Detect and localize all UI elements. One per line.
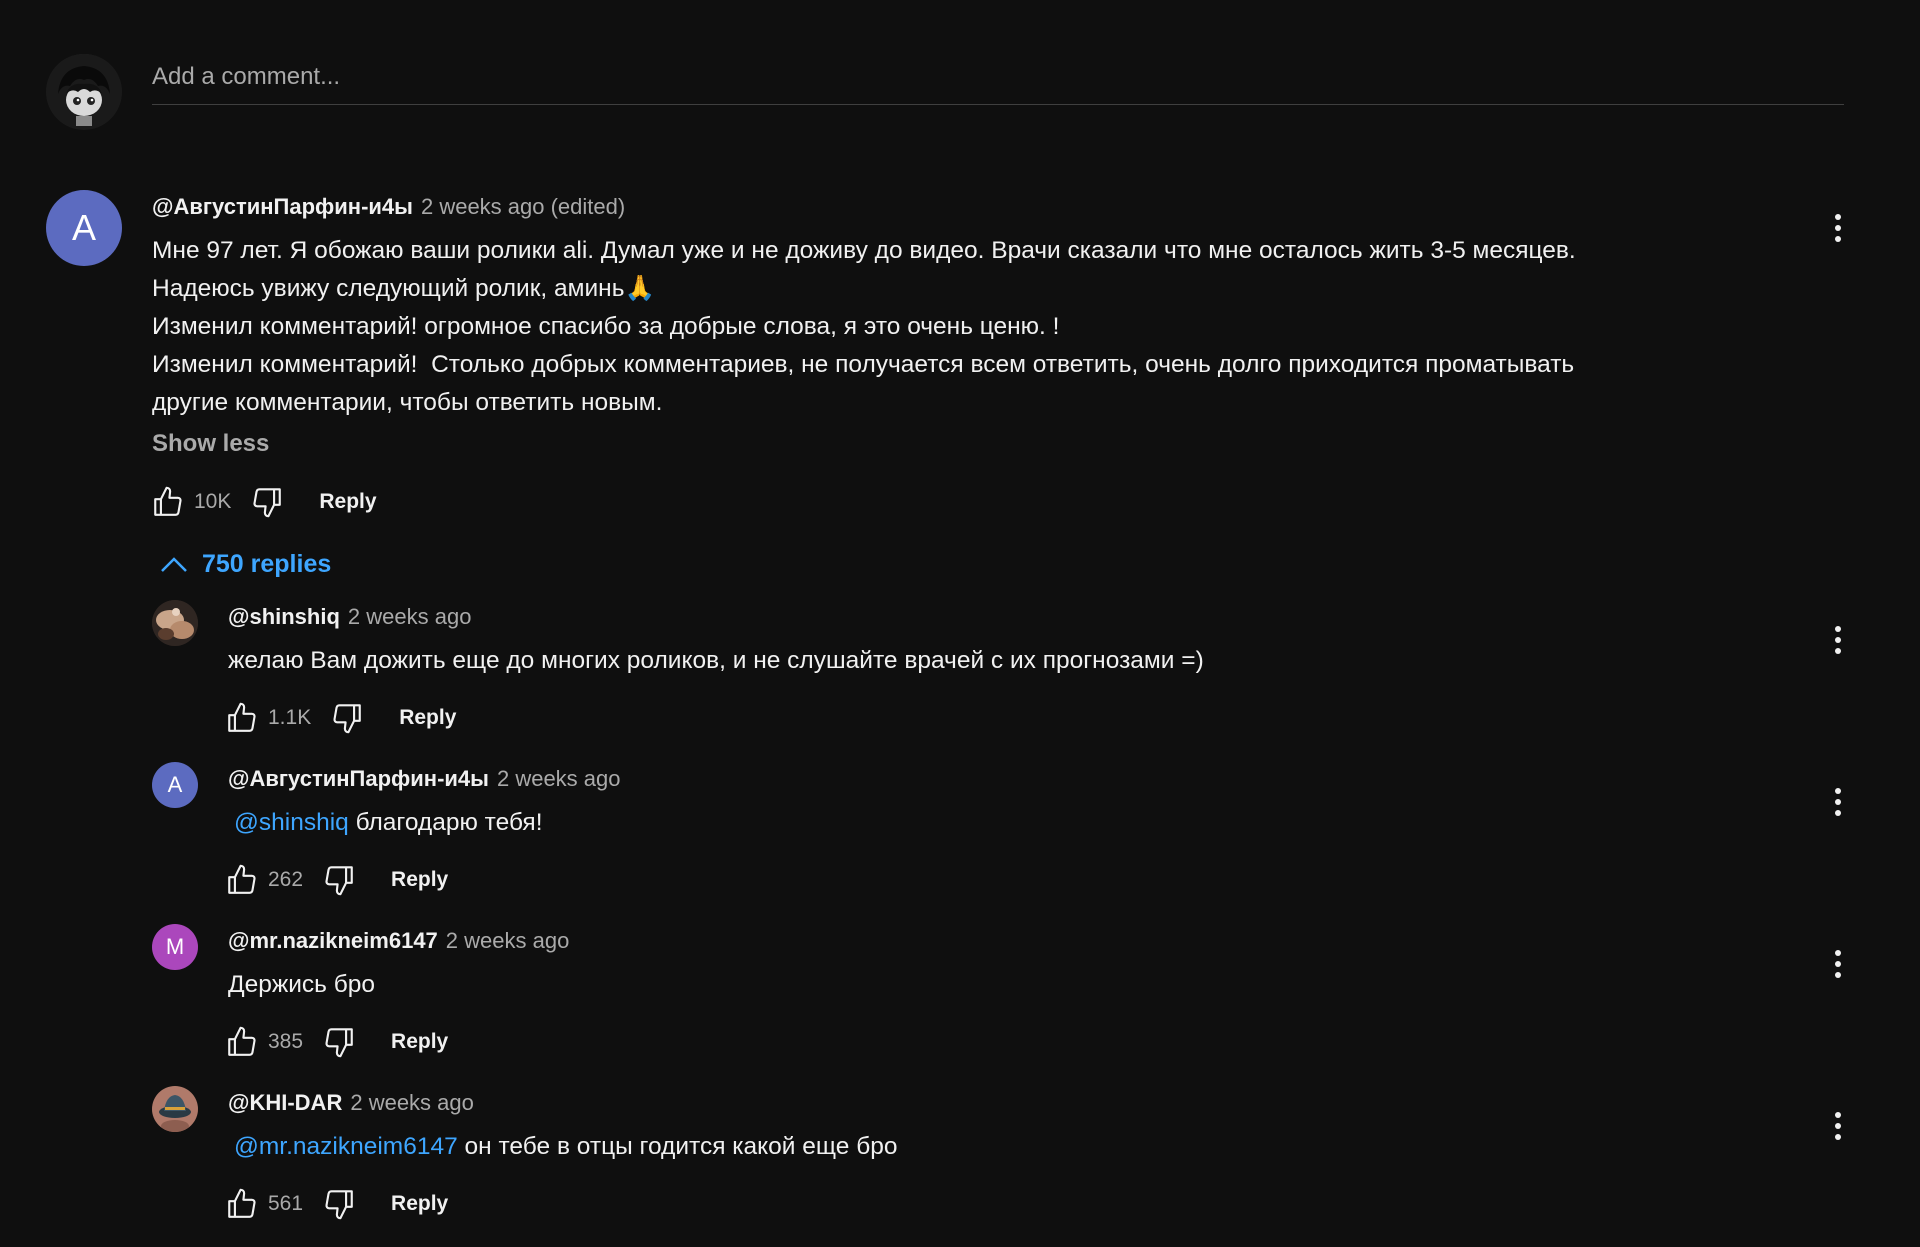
comment-header: @shinshiq 2 weeks ago bbox=[228, 604, 471, 630]
comment-time[interactable]: 2 weeks ago (edited) bbox=[421, 194, 625, 219]
thumbs-down-icon bbox=[253, 488, 282, 518]
dislike-button[interactable] bbox=[247, 482, 287, 522]
dislike-button[interactable] bbox=[327, 698, 367, 738]
reply-avatar[interactable]: M bbox=[152, 924, 198, 970]
thumbs-up-icon bbox=[154, 486, 182, 516]
comment-line: Мне 97 лет. Я обожаю ваши ролики ali. Ду… bbox=[152, 237, 1576, 264]
like-button[interactable] bbox=[148, 482, 188, 522]
commenter-avatar[interactable]: A bbox=[46, 190, 122, 266]
comment-text: @mr.nazikneim6147 он тебе в отцы годится… bbox=[234, 1128, 1794, 1166]
dislike-button[interactable] bbox=[319, 1184, 359, 1224]
like-count: 262 bbox=[268, 868, 304, 891]
comments-section: A @АвгустинПарфин-и4ы 2 weeks ago (edited… bbox=[0, 0, 1920, 1247]
user-avatar[interactable] bbox=[46, 54, 122, 130]
reply-button[interactable]: Reply bbox=[391, 1192, 448, 1216]
thumbs-down-icon bbox=[333, 704, 362, 734]
comment-text: Мне 97 лет. Я обожаю ваши ролики ali. Ду… bbox=[152, 232, 1832, 422]
replies-count: 750 replies bbox=[202, 550, 332, 578]
like-count: 385 bbox=[268, 1030, 304, 1053]
comment-text: желаю Вам дожить еще до многих роликов, … bbox=[228, 642, 1788, 680]
reply-button[interactable]: Reply bbox=[399, 706, 456, 730]
comment-text: @shinshiq благодарю тебя! bbox=[234, 804, 1794, 842]
reply-avatar[interactable]: A bbox=[152, 762, 198, 808]
comment-author[interactable]: @mr.nazikneim6147 bbox=[228, 928, 438, 953]
comment-actions: 1.1K Reply bbox=[222, 698, 456, 738]
thumbs-down-icon bbox=[325, 1190, 353, 1220]
comment-author[interactable]: @АвгустинПарфин-и4ы bbox=[152, 194, 413, 219]
comment-line: Изменил комментарий! Столько добрых комм… bbox=[152, 351, 1575, 378]
thumbs-down-icon bbox=[325, 866, 353, 896]
comment-menu-button[interactable] bbox=[1818, 944, 1858, 984]
comment-author[interactable]: @shinshiq bbox=[228, 604, 340, 629]
comment-actions: 385 Reply bbox=[222, 1022, 448, 1062]
avatar-letter: A bbox=[71, 207, 96, 248]
more-vert-icon bbox=[1835, 1112, 1841, 1140]
comment-time[interactable]: 2 weeks ago bbox=[446, 928, 570, 953]
more-vert-icon bbox=[1835, 214, 1841, 242]
thumbs-up-icon bbox=[228, 864, 256, 894]
reply-text: желаю Вам дожить еще до многих роликов, … bbox=[228, 647, 1204, 674]
like-button[interactable] bbox=[222, 860, 262, 900]
more-vert-icon bbox=[1835, 950, 1841, 978]
comment-header: @mr.nazikneim6147 2 weeks ago bbox=[228, 928, 569, 954]
reply-text: благодарю тебя! bbox=[355, 809, 543, 836]
add-comment-input[interactable] bbox=[152, 58, 1844, 105]
reply-text: Держись бро bbox=[228, 971, 376, 998]
avatar-letter: A bbox=[167, 772, 183, 797]
show-less-button[interactable]: Show less bbox=[152, 430, 269, 458]
mention-link[interactable]: @mr.nazikneim6147 bbox=[234, 1133, 458, 1160]
dislike-button[interactable] bbox=[319, 860, 359, 900]
like-count: 1.1K bbox=[268, 706, 312, 729]
comment-time[interactable]: 2 weeks ago bbox=[497, 766, 621, 791]
like-button[interactable] bbox=[222, 1184, 262, 1224]
thumbs-down-icon bbox=[325, 1028, 353, 1058]
reply-button[interactable]: Reply bbox=[391, 868, 448, 892]
comment-menu-button[interactable] bbox=[1818, 1106, 1858, 1146]
comment-actions: 561 Reply bbox=[222, 1184, 448, 1224]
comment-author[interactable]: @KHI-DAR bbox=[228, 1090, 342, 1115]
comment-actions: 10K Reply bbox=[148, 482, 377, 522]
thumbs-up-icon bbox=[228, 1188, 256, 1218]
comment-header: @АвгустинПарфин-и4ы 2 weeks ago bbox=[228, 766, 621, 792]
reply-text: он тебе в отцы годится какой еще бро bbox=[464, 1133, 898, 1160]
comment-menu-button[interactable] bbox=[1818, 782, 1858, 822]
comment-menu-button[interactable] bbox=[1818, 620, 1858, 660]
comment-line: другие комментарии, чтобы ответить новым… bbox=[152, 389, 663, 416]
like-count: 561 bbox=[268, 1192, 304, 1215]
like-count: 10K bbox=[194, 490, 232, 513]
comment-time[interactable]: 2 weeks ago bbox=[350, 1090, 474, 1115]
thumbs-up-icon bbox=[228, 1026, 256, 1056]
chevron-up-icon bbox=[161, 556, 187, 572]
mention-link[interactable]: @shinshiq bbox=[234, 809, 349, 836]
reply-avatar[interactable] bbox=[152, 1086, 198, 1132]
comment-menu-button[interactable] bbox=[1818, 208, 1858, 248]
comment-line: Надеюсь увижу следующий ролик, аминь🙏 bbox=[152, 275, 655, 302]
comment-header: @АвгустинПарфин-и4ы 2 weeks ago (edited) bbox=[152, 194, 625, 220]
avatar-letter: M bbox=[165, 934, 185, 959]
comment-author[interactable]: @АвгустинПарфин-и4ы bbox=[228, 766, 489, 791]
add-comment-row bbox=[46, 54, 1846, 134]
like-button[interactable] bbox=[222, 1022, 262, 1062]
comment-time[interactable]: 2 weeks ago bbox=[348, 604, 472, 629]
comment-text: Держись бро bbox=[228, 966, 1788, 1004]
reply-avatar[interactable] bbox=[152, 600, 198, 646]
comment-actions: 262 Reply bbox=[222, 860, 448, 900]
dislike-button[interactable] bbox=[319, 1022, 359, 1062]
reply-button[interactable]: Reply bbox=[319, 490, 376, 514]
like-button[interactable] bbox=[222, 698, 262, 738]
more-vert-icon bbox=[1835, 788, 1841, 816]
thumbs-up-icon bbox=[228, 702, 256, 732]
comment-line: Изменил комментарий! огромное спасибо за… bbox=[152, 313, 1060, 340]
more-vert-icon bbox=[1835, 626, 1841, 654]
replies-toggle[interactable]: 750 replies bbox=[160, 550, 331, 579]
reply-button[interactable]: Reply bbox=[391, 1030, 448, 1054]
comment-header: @KHI-DAR 2 weeks ago bbox=[228, 1090, 474, 1116]
